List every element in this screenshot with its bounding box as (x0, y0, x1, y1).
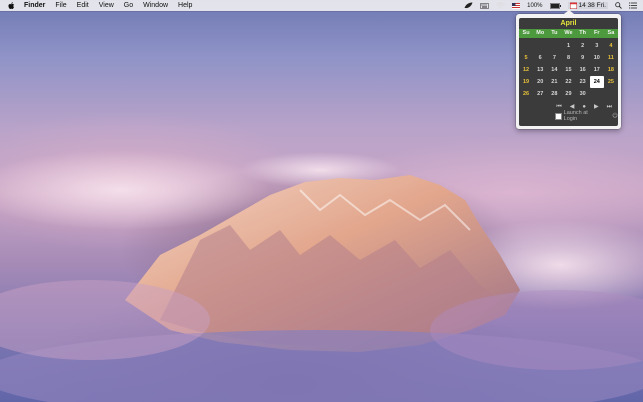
day-cell[interactable]: 20 (533, 76, 547, 88)
today-cell[interactable]: 24 (589, 76, 604, 88)
empty-day-cell (547, 40, 561, 52)
day-cell[interactable]: 6 (533, 52, 547, 64)
day-cell[interactable]: 30 (576, 88, 590, 100)
day-cell[interactable]: 23 (576, 76, 590, 88)
battery-icon[interactable] (549, 0, 561, 11)
day-cell[interactable]: 21 (547, 76, 561, 88)
weekday-label: Fr (594, 30, 600, 36)
weekday-header: Su Mo Tu We Th Fr Sa (519, 29, 618, 38)
notification-center-icon[interactable] (629, 0, 637, 11)
day-cell[interactable]: 15 (561, 64, 575, 76)
launch-at-login-row: Launch at Login (555, 110, 618, 122)
calendar-popover: April Su Mo Tu We Th Fr Sa 1 2 3 4 5 6 7 8 9 10 11… (516, 10, 621, 129)
battery-percent[interactable]: 100% (527, 0, 542, 11)
popover-arrow (564, 10, 574, 14)
calendar-clock-menu[interactable]: 14 38 Fri. (567, 2, 608, 9)
menu-view[interactable]: View (99, 0, 114, 11)
menu-help[interactable]: Help (178, 0, 192, 11)
day-cell[interactable]: 18 (604, 64, 618, 76)
day-cell[interactable]: 13 (533, 64, 547, 76)
menu-file[interactable]: File (55, 0, 66, 11)
day-cell[interactable]: 11 (604, 52, 618, 64)
weekday-label: We (564, 30, 573, 36)
day-cell[interactable]: 5 (519, 52, 533, 64)
day-cell[interactable]: 28 (547, 88, 561, 100)
day-cell[interactable]: 1 (561, 40, 575, 52)
power-icon[interactable] (612, 112, 618, 120)
menu-app-finder[interactable]: Finder (24, 0, 45, 11)
us-flag-icon[interactable] (512, 0, 521, 11)
day-cell[interactable]: 2 (576, 40, 590, 52)
wifi-icon[interactable] (496, 0, 506, 11)
day-cell[interactable]: 29 (561, 88, 575, 100)
empty-day-cell (533, 40, 547, 52)
leaf-icon[interactable] (464, 0, 473, 11)
clock-text: 14 38 Fri. (578, 2, 606, 9)
search-icon[interactable] (615, 0, 622, 11)
day-cell[interactable]: 4 (604, 40, 618, 52)
weekday-label: Tu (551, 30, 558, 36)
launch-at-login-checkbox[interactable] (555, 112, 562, 120)
weekday-label: Sa (607, 30, 615, 36)
day-cell[interactable]: 3 (590, 40, 604, 52)
month-title: April (560, 20, 577, 27)
keyboard-icon[interactable] (480, 0, 490, 11)
day-cell[interactable]: 25 (604, 76, 618, 88)
day-cell[interactable]: 27 (533, 88, 547, 100)
day-cell[interactable]: 12 (519, 64, 533, 76)
day-cell[interactable]: 9 (576, 52, 590, 64)
empty-day-cell (519, 40, 533, 52)
day-cell[interactable]: 22 (561, 76, 575, 88)
menu-edit[interactable]: Edit (77, 0, 89, 11)
day-cell[interactable]: 26 (519, 88, 533, 100)
menu-go[interactable]: Go (124, 0, 133, 11)
weekday-label: Su (522, 30, 530, 36)
weekday-label: Th (579, 30, 586, 36)
calendar-panel: April Su Mo Tu We Th Fr Sa 1 2 3 4 5 6 7 8 9 10 11… (519, 18, 618, 126)
day-grid: 1 2 3 4 5 6 7 8 9 10 11 12 13 14 15 16 17 18 19 20 21 22 23 24 2… (519, 40, 618, 100)
apple-menu-icon[interactable] (8, 1, 16, 10)
menu-window[interactable]: Window (143, 0, 168, 11)
day-cell[interactable]: 19 (519, 76, 533, 88)
calendar-icon (569, 2, 577, 9)
day-cell[interactable]: 14 (547, 64, 561, 76)
day-cell[interactable]: 17 (590, 64, 604, 76)
launch-at-login-label[interactable]: Launch at Login (564, 110, 600, 122)
day-cell[interactable]: 8 (561, 52, 575, 64)
day-cell[interactable]: 16 (576, 64, 590, 76)
day-cell[interactable]: 7 (547, 52, 561, 64)
empty-day-cell (590, 88, 604, 100)
weekday-label: Mo (536, 30, 545, 36)
day-cell[interactable]: 10 (590, 52, 604, 64)
menu-bar: Finder File Edit View Go Window Help 100… (0, 0, 643, 11)
empty-day-cell (604, 88, 618, 100)
